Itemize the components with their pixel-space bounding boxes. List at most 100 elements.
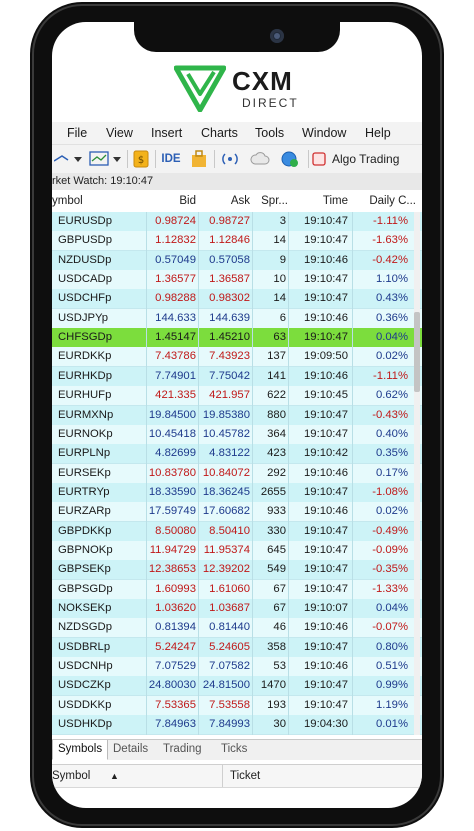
col-time[interactable]: Time	[323, 190, 348, 212]
table-row[interactable]: USDCZKp 24.80030 24.81500 1470 19:10:47 0.99%	[52, 676, 422, 697]
col-bid[interactable]: Bid	[179, 190, 196, 212]
table-row[interactable]: USDDKKp 7.53365 7.53558 193 19:10:47 1.19%	[52, 695, 422, 716]
toolbar-separator	[308, 150, 309, 168]
signal-button[interactable]	[218, 149, 242, 169]
table-row[interactable]: GBPUSDp 1.12832 1.12846 14 19:10:47 -1.63%	[52, 231, 422, 252]
tab-trading[interactable]: Trading	[158, 740, 207, 759]
cell-bid: 0.57049	[155, 253, 196, 266]
chart-template-icon	[89, 151, 121, 166]
cell-time: 19:10:46	[304, 369, 348, 382]
cell-time: 19:10:46	[304, 621, 348, 634]
table-row[interactable]: EURUSDp 0.98724 0.98727 3 19:10:47 -1.11%	[52, 212, 422, 232]
table-row[interactable]: CHFSGDp 1.45147 1.45210 63 19:10:47 0.04%	[52, 328, 422, 349]
scrollbar-thumb[interactable]	[414, 312, 420, 392]
menu-tools[interactable]: Tools	[255, 126, 284, 140]
table-row[interactable]: USDJPYp 144.633 144.639 6 19:10:46 0.36%	[52, 308, 422, 329]
table-row[interactable]: NOKSEKp 1.03620 1.03687 67 19:10:07 0.04%	[52, 599, 422, 619]
market-watch-tabs: Symbols Details Trading Ticks	[52, 739, 422, 760]
table-row[interactable]: GBPDKKp 8.50080 8.50410 330 19:10:47 -0.49%	[52, 521, 422, 542]
tab-ticks[interactable]: Ticks	[216, 740, 252, 759]
cell-daily-change: 0.04%	[375, 602, 408, 614]
cell-daily-change: -0.49%	[372, 524, 408, 537]
tab-symbols[interactable]: Symbols	[52, 740, 109, 760]
line-chart-icon	[54, 155, 82, 162]
cell-daily-change: 0.17%	[375, 466, 408, 479]
table-row[interactable]: NZDUSDp 0.57049 0.57058 9 19:10:46 -0.42%	[52, 250, 422, 271]
table-row[interactable]: EURPLNp 4.82699 4.83122 423 19:10:42 0.35%	[52, 444, 422, 465]
menu-file[interactable]: File	[67, 126, 87, 140]
col-symbol[interactable]: ymbol	[52, 190, 83, 212]
cell-spread: 880	[267, 408, 286, 421]
menu-charts[interactable]: Charts	[201, 126, 238, 140]
table-row[interactable]: USDBRLp 5.24247 5.24605 358 19:10:47 0.80%	[52, 637, 422, 658]
cell-bid: 24.80030	[148, 679, 196, 692]
cell-ask: 421.957	[209, 389, 250, 402]
cell-daily-change: -1.11%	[373, 369, 408, 382]
cell-ask: 0.98302	[209, 292, 250, 305]
table-row[interactable]: EURTRYp 18.33590 18.36245 2655 19:10:47 -1.08…	[52, 482, 422, 503]
menu-window[interactable]: Window	[302, 126, 346, 140]
col-daily-change[interactable]: Daily C...	[369, 190, 416, 212]
toolbox-col-ticket[interactable]: Ticket	[230, 765, 260, 787]
cell-bid: 5.24247	[155, 640, 196, 653]
menu-view[interactable]: View	[106, 126, 133, 140]
market-watch-scrollbar[interactable]	[414, 212, 420, 735]
cell-bid: 7.43786	[155, 350, 196, 363]
tab-details[interactable]: Details	[108, 740, 153, 759]
cell-symbol: GBPSEKp	[58, 563, 111, 576]
briefcase-button[interactable]	[188, 149, 210, 169]
col-ask[interactable]: Ask	[231, 190, 250, 212]
cell-ask: 0.57058	[209, 253, 250, 266]
table-row[interactable]: USDCNHp 7.07529 7.07582 53 19:10:46 0.51%	[52, 657, 422, 678]
cell-symbol: EURPLNp	[58, 447, 111, 460]
cell-bid: 10.45418	[148, 427, 196, 440]
cell-spread: 67	[273, 602, 286, 614]
vps-button[interactable]	[278, 149, 302, 169]
table-row[interactable]: EURMXNp 19.84500 19.85380 880 19:10:47 -0.43%	[52, 405, 422, 426]
cell-bid: 7.53365	[155, 698, 196, 711]
cell-ask: 5.24605	[209, 640, 250, 653]
algo-trading-button[interactable]: Algo Trading	[312, 149, 420, 169]
cell-spread: 10	[273, 273, 286, 286]
col-spread[interactable]: Spr...	[261, 190, 288, 212]
cell-spread: 46	[273, 621, 286, 634]
table-row[interactable]: USDHKDp 7.84963 7.84993 30 19:04:30 0.01%	[52, 715, 422, 736]
cell-time: 19:10:47	[304, 273, 348, 286]
column-divider	[222, 765, 223, 787]
table-row[interactable]: EURDKKp 7.43786 7.43923 137 19:09:50 0.02%	[52, 347, 422, 368]
table-row[interactable]: GBPNOKp 11.94729 11.95374 645 19:10:47 -0.09%	[52, 540, 422, 561]
cell-daily-change: 0.02%	[375, 350, 408, 363]
table-row[interactable]: EURHKDp 7.74901 7.75042 141 19:10:46 -1.11%	[52, 366, 422, 387]
menu-insert[interactable]: Insert	[151, 126, 182, 140]
cell-symbol: USDCADp	[58, 273, 112, 286]
table-row[interactable]: NZDSGDp 0.81394 0.81440 46 19:10:46 -0.07%	[52, 618, 422, 639]
cell-time: 19:10:47	[304, 679, 348, 692]
menu-help[interactable]: Help	[365, 126, 391, 140]
ide-button[interactable]: IDE	[158, 149, 184, 169]
cell-time: 19:09:50	[304, 350, 348, 363]
cell-symbol: USDCNHp	[58, 660, 113, 673]
cell-symbol: USDCHFp	[58, 292, 112, 305]
table-row[interactable]: USDCHFp 0.98288 0.98302 14 19:10:47 0.43%	[52, 289, 422, 310]
table-row[interactable]: EURZARp 17.59749 17.60682 933 19:10:46 0.02%	[52, 502, 422, 523]
toolbar-separator	[214, 150, 215, 168]
toolbox-col-symbol[interactable]: Symbol	[52, 765, 90, 787]
cell-daily-change: 0.80%	[375, 640, 408, 653]
table-row[interactable]: GBPSGDp 1.60993 1.61060 67 19:10:47 -1.33%	[52, 579, 422, 600]
cell-symbol: EURMXNp	[58, 408, 114, 421]
chart-template-dropdown[interactable]	[88, 149, 124, 169]
table-row[interactable]: USDCADp 1.36577 1.36587 10 19:10:47 1.10%	[52, 270, 422, 291]
table-row[interactable]: GBPSEKp 12.38653 12.39202 549 19:10:47 -0.35%	[52, 560, 422, 581]
table-row[interactable]: EURHUFp 421.335 421.957 622 19:10:45 0.62%	[52, 386, 422, 407]
cloud-button[interactable]	[248, 149, 272, 169]
cell-time: 19:10:47	[304, 582, 348, 595]
cell-ask: 0.98727	[209, 215, 250, 227]
table-row[interactable]: EURSEKp 10.83780 10.84072 292 19:10:46 0.17%	[52, 463, 422, 484]
cell-bid: 18.33590	[148, 485, 196, 498]
coins-button[interactable]: $	[130, 149, 152, 169]
cell-spread: 14	[273, 234, 286, 247]
table-row[interactable]: EURNOKp 10.45418 10.45782 364 19:10:47 0.40%	[52, 424, 422, 445]
line-chart-dropdown[interactable]	[52, 149, 86, 169]
cell-symbol: USDDKKp	[58, 698, 112, 711]
cell-spread: 292	[267, 466, 286, 479]
